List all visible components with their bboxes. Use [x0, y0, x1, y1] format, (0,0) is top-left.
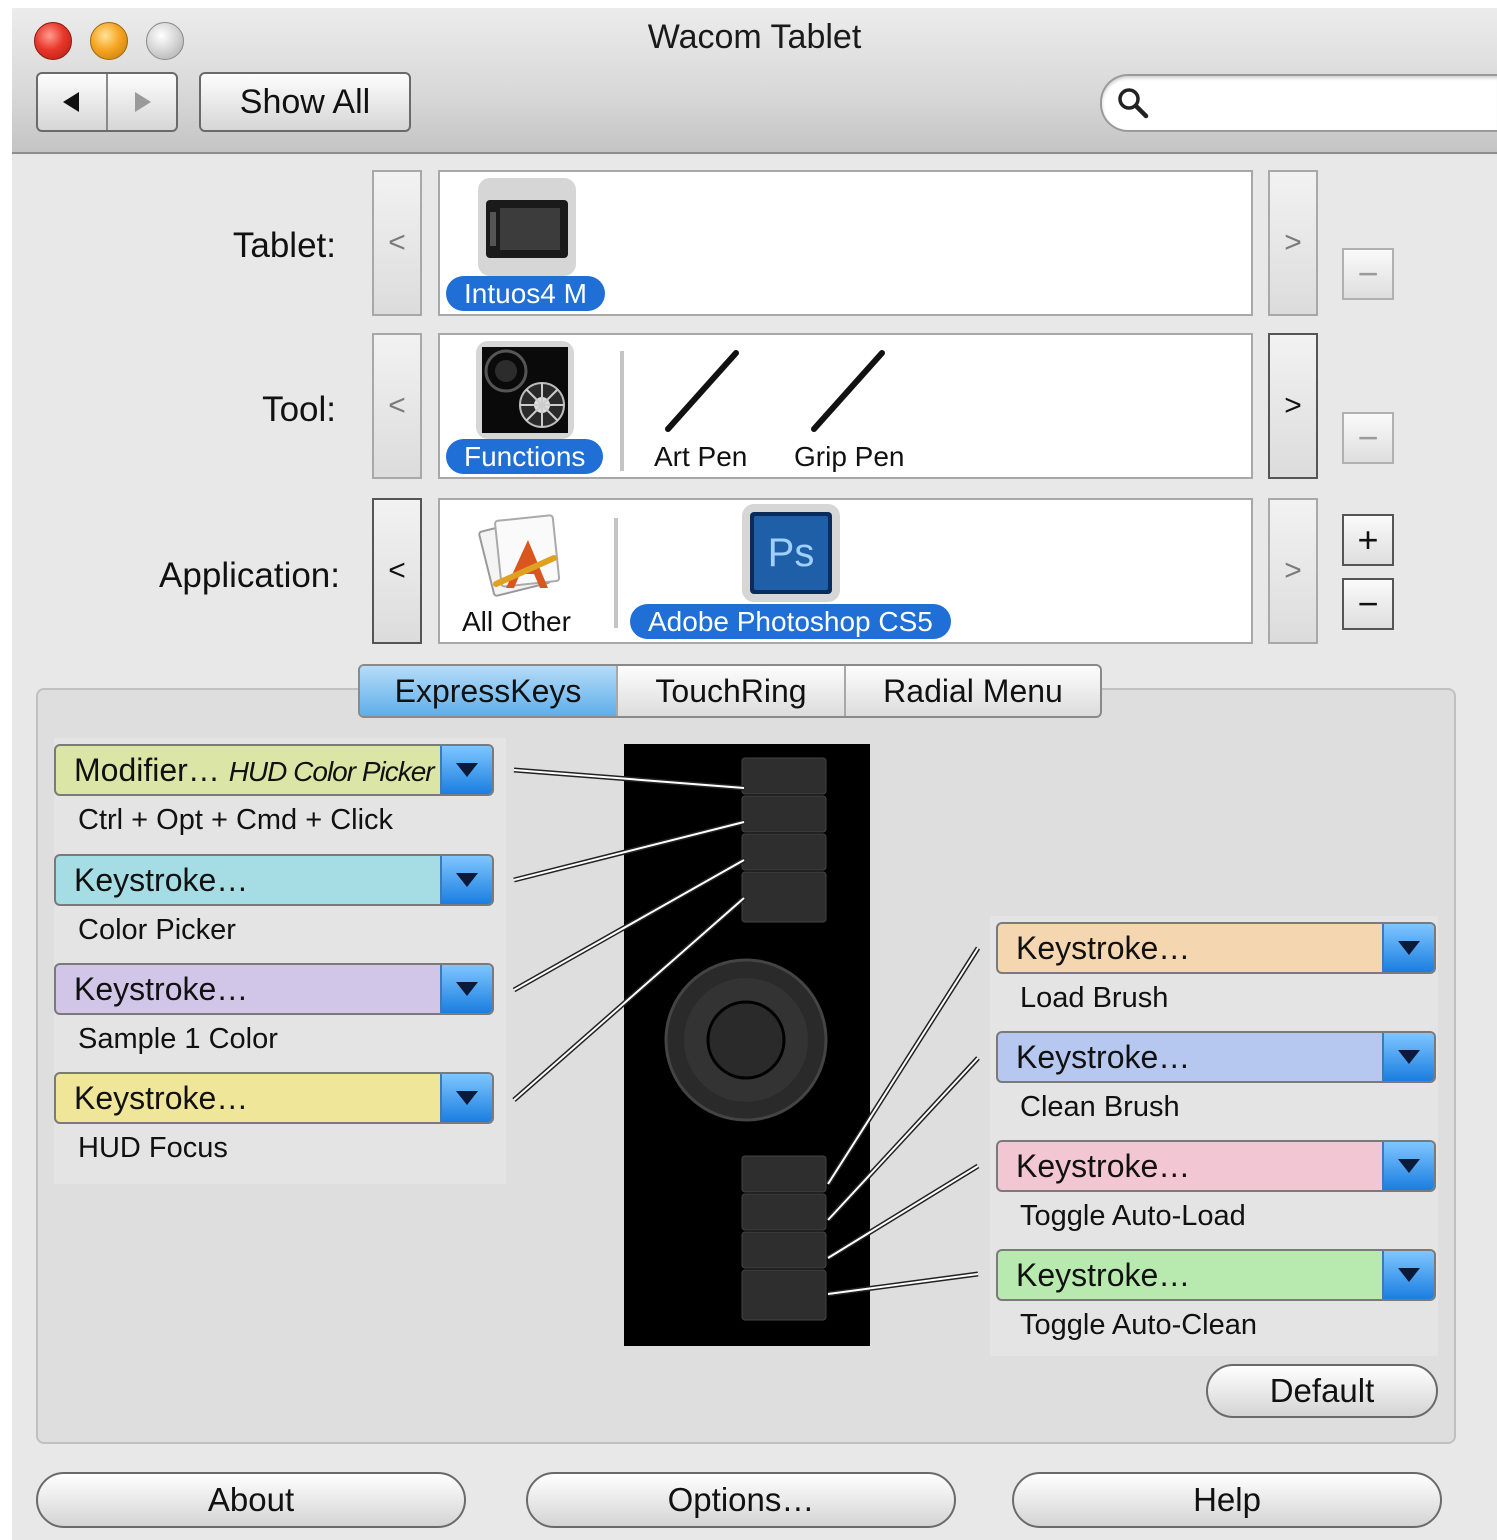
remove-tool-button[interactable]: −: [1342, 412, 1394, 464]
settings-tabs: ExpressKeys TouchRing Radial Menu: [358, 664, 1102, 718]
tab-radial-menu[interactable]: Radial Menu: [844, 666, 1100, 716]
default-button[interactable]: Default: [1206, 1364, 1438, 1418]
expresskey-5-mode: Keystroke…: [1016, 929, 1191, 966]
about-button[interactable]: About: [36, 1472, 466, 1528]
back-arrow-icon: [63, 92, 79, 112]
back-button[interactable]: [38, 74, 108, 130]
expresskey-3-popup[interactable]: Keystroke…: [54, 963, 494, 1015]
tablet-icon: [478, 178, 576, 276]
tool-item-label: Grip Pen: [794, 441, 905, 472]
expresskey-5-function: Load Brush: [1020, 982, 1169, 1014]
tool-scroll-right-button[interactable]: >: [1268, 333, 1318, 479]
expresskey-8-popup[interactable]: Keystroke…: [996, 1249, 1436, 1301]
expresskey-2-function: Color Picker: [78, 914, 236, 946]
show-all-button[interactable]: Show All: [199, 72, 411, 132]
chevron-down-icon: [1398, 1159, 1420, 1173]
title-bar: Wacom Tablet Show All: [12, 8, 1497, 154]
chevron-down-icon: [456, 763, 478, 777]
expresskey-8-function: Toggle Auto-Clean: [1020, 1309, 1257, 1341]
application-scroll-left-button[interactable]: <: [372, 498, 422, 644]
chevron-down-icon: [1398, 941, 1420, 955]
expresskey-6-mode: Keystroke…: [1016, 1038, 1191, 1075]
photoshop-icon: Ps: [750, 512, 832, 594]
forward-arrow-icon: [135, 92, 151, 112]
photoshop-icon-text: Ps: [768, 531, 815, 575]
application-list: All Other Ps Adobe Photoshop CS5: [438, 498, 1253, 644]
application-item-label: All Other: [462, 606, 571, 637]
chevron-down-icon: [1398, 1050, 1420, 1064]
expresskey-3-mode: Keystroke…: [74, 970, 249, 1007]
expresskey-4-function: HUD Focus: [78, 1132, 228, 1164]
application-scroll-right-button[interactable]: >: [1268, 498, 1318, 644]
expresskey-7-mode: Keystroke…: [1016, 1147, 1191, 1184]
tablet-expresskeys-image: [624, 744, 870, 1346]
tool-item-art-pen[interactable]: Art Pen: [654, 441, 747, 473]
tablet-row-label: Tablet:: [232, 226, 336, 265]
expresskey-1-popup[interactable]: Modifier… HUD Color Picker: [54, 744, 494, 796]
tab-touchring[interactable]: TouchRing: [616, 666, 844, 716]
expresskey-1-mode: Modifier…: [74, 751, 220, 788]
chevron-down-icon: [1398, 1268, 1420, 1282]
expresskey-4-popup[interactable]: Keystroke…: [54, 1072, 494, 1124]
tool-list-divider: [620, 351, 624, 471]
chevron-down-icon: [456, 1091, 478, 1105]
expresskey-6-function: Clean Brush: [1020, 1091, 1180, 1123]
options-button[interactable]: Options…: [526, 1472, 956, 1528]
remove-tablet-button[interactable]: −: [1342, 248, 1394, 300]
tool-list: Functions Art Pen Grip Pen: [438, 333, 1253, 479]
forward-button[interactable]: [108, 74, 176, 130]
pen-icon: [665, 350, 739, 432]
help-button[interactable]: Help: [1012, 1472, 1442, 1528]
expresskey-8-mode: Keystroke…: [1016, 1256, 1191, 1293]
functions-icon: [476, 341, 574, 439]
tablet-scroll-right-button[interactable]: >: [1268, 170, 1318, 316]
expresskey-5-popup[interactable]: Keystroke…: [996, 922, 1436, 974]
back-forward-control: [36, 72, 178, 132]
expresskey-6-popup[interactable]: Keystroke…: [996, 1031, 1436, 1083]
application-item-photoshop[interactable]: Adobe Photoshop CS5: [630, 604, 951, 639]
expresskey-7-function: Toggle Auto-Load: [1020, 1200, 1246, 1232]
remove-application-button[interactable]: −: [1342, 578, 1394, 630]
application-row-label: Application:: [159, 556, 340, 595]
search-field[interactable]: [1100, 74, 1497, 132]
expresskey-2-popup[interactable]: Keystroke…: [54, 854, 494, 906]
tool-scroll-left-button[interactable]: <: [372, 333, 422, 479]
expresskey-4-mode: Keystroke…: [74, 1079, 249, 1116]
tool-item-grip-pen[interactable]: Grip Pen: [794, 441, 905, 473]
application-item-label: Adobe Photoshop CS5: [630, 604, 951, 639]
applications-icon: [478, 514, 561, 597]
add-application-button[interactable]: +: [1342, 514, 1394, 566]
expresskey-3-function: Sample 1 Color: [78, 1023, 278, 1055]
tool-item-label: Art Pen: [654, 441, 748, 472]
preferences-window: Wacom Tablet Show All Tablet: < Intuos4 …: [12, 8, 1497, 1540]
chevron-down-icon: [456, 982, 478, 996]
tablet-item-intuos4[interactable]: Intuos4 M: [446, 276, 605, 311]
search-icon: [1118, 88, 1149, 119]
expresskey-1-suffix: HUD Color Picker: [228, 755, 435, 787]
photoshop-icon-frame: Ps: [742, 504, 840, 602]
expresskey-7-popup[interactable]: Keystroke…: [996, 1140, 1436, 1192]
window-title: Wacom Tablet: [647, 18, 862, 56]
chevron-down-icon: [456, 873, 478, 887]
tablet-scroll-left-button[interactable]: <: [372, 170, 422, 316]
pen-icon: [811, 350, 885, 432]
tool-item-label: Functions: [446, 439, 604, 474]
application-list-divider: [614, 518, 618, 628]
expresskey-1-function: Ctrl + Opt + Cmd + Click: [78, 804, 394, 836]
tool-item-functions[interactable]: Functions: [446, 439, 604, 474]
tool-row-label: Tool:: [262, 390, 336, 429]
expresskey-2-mode: Keystroke…: [74, 861, 249, 898]
application-item-all-other[interactable]: All Other: [462, 606, 571, 638]
tab-expresskeys[interactable]: ExpressKeys: [360, 666, 616, 716]
tablet-list: Intuos4 M: [438, 170, 1253, 316]
tablet-item-label: Intuos4 M: [446, 276, 605, 311]
